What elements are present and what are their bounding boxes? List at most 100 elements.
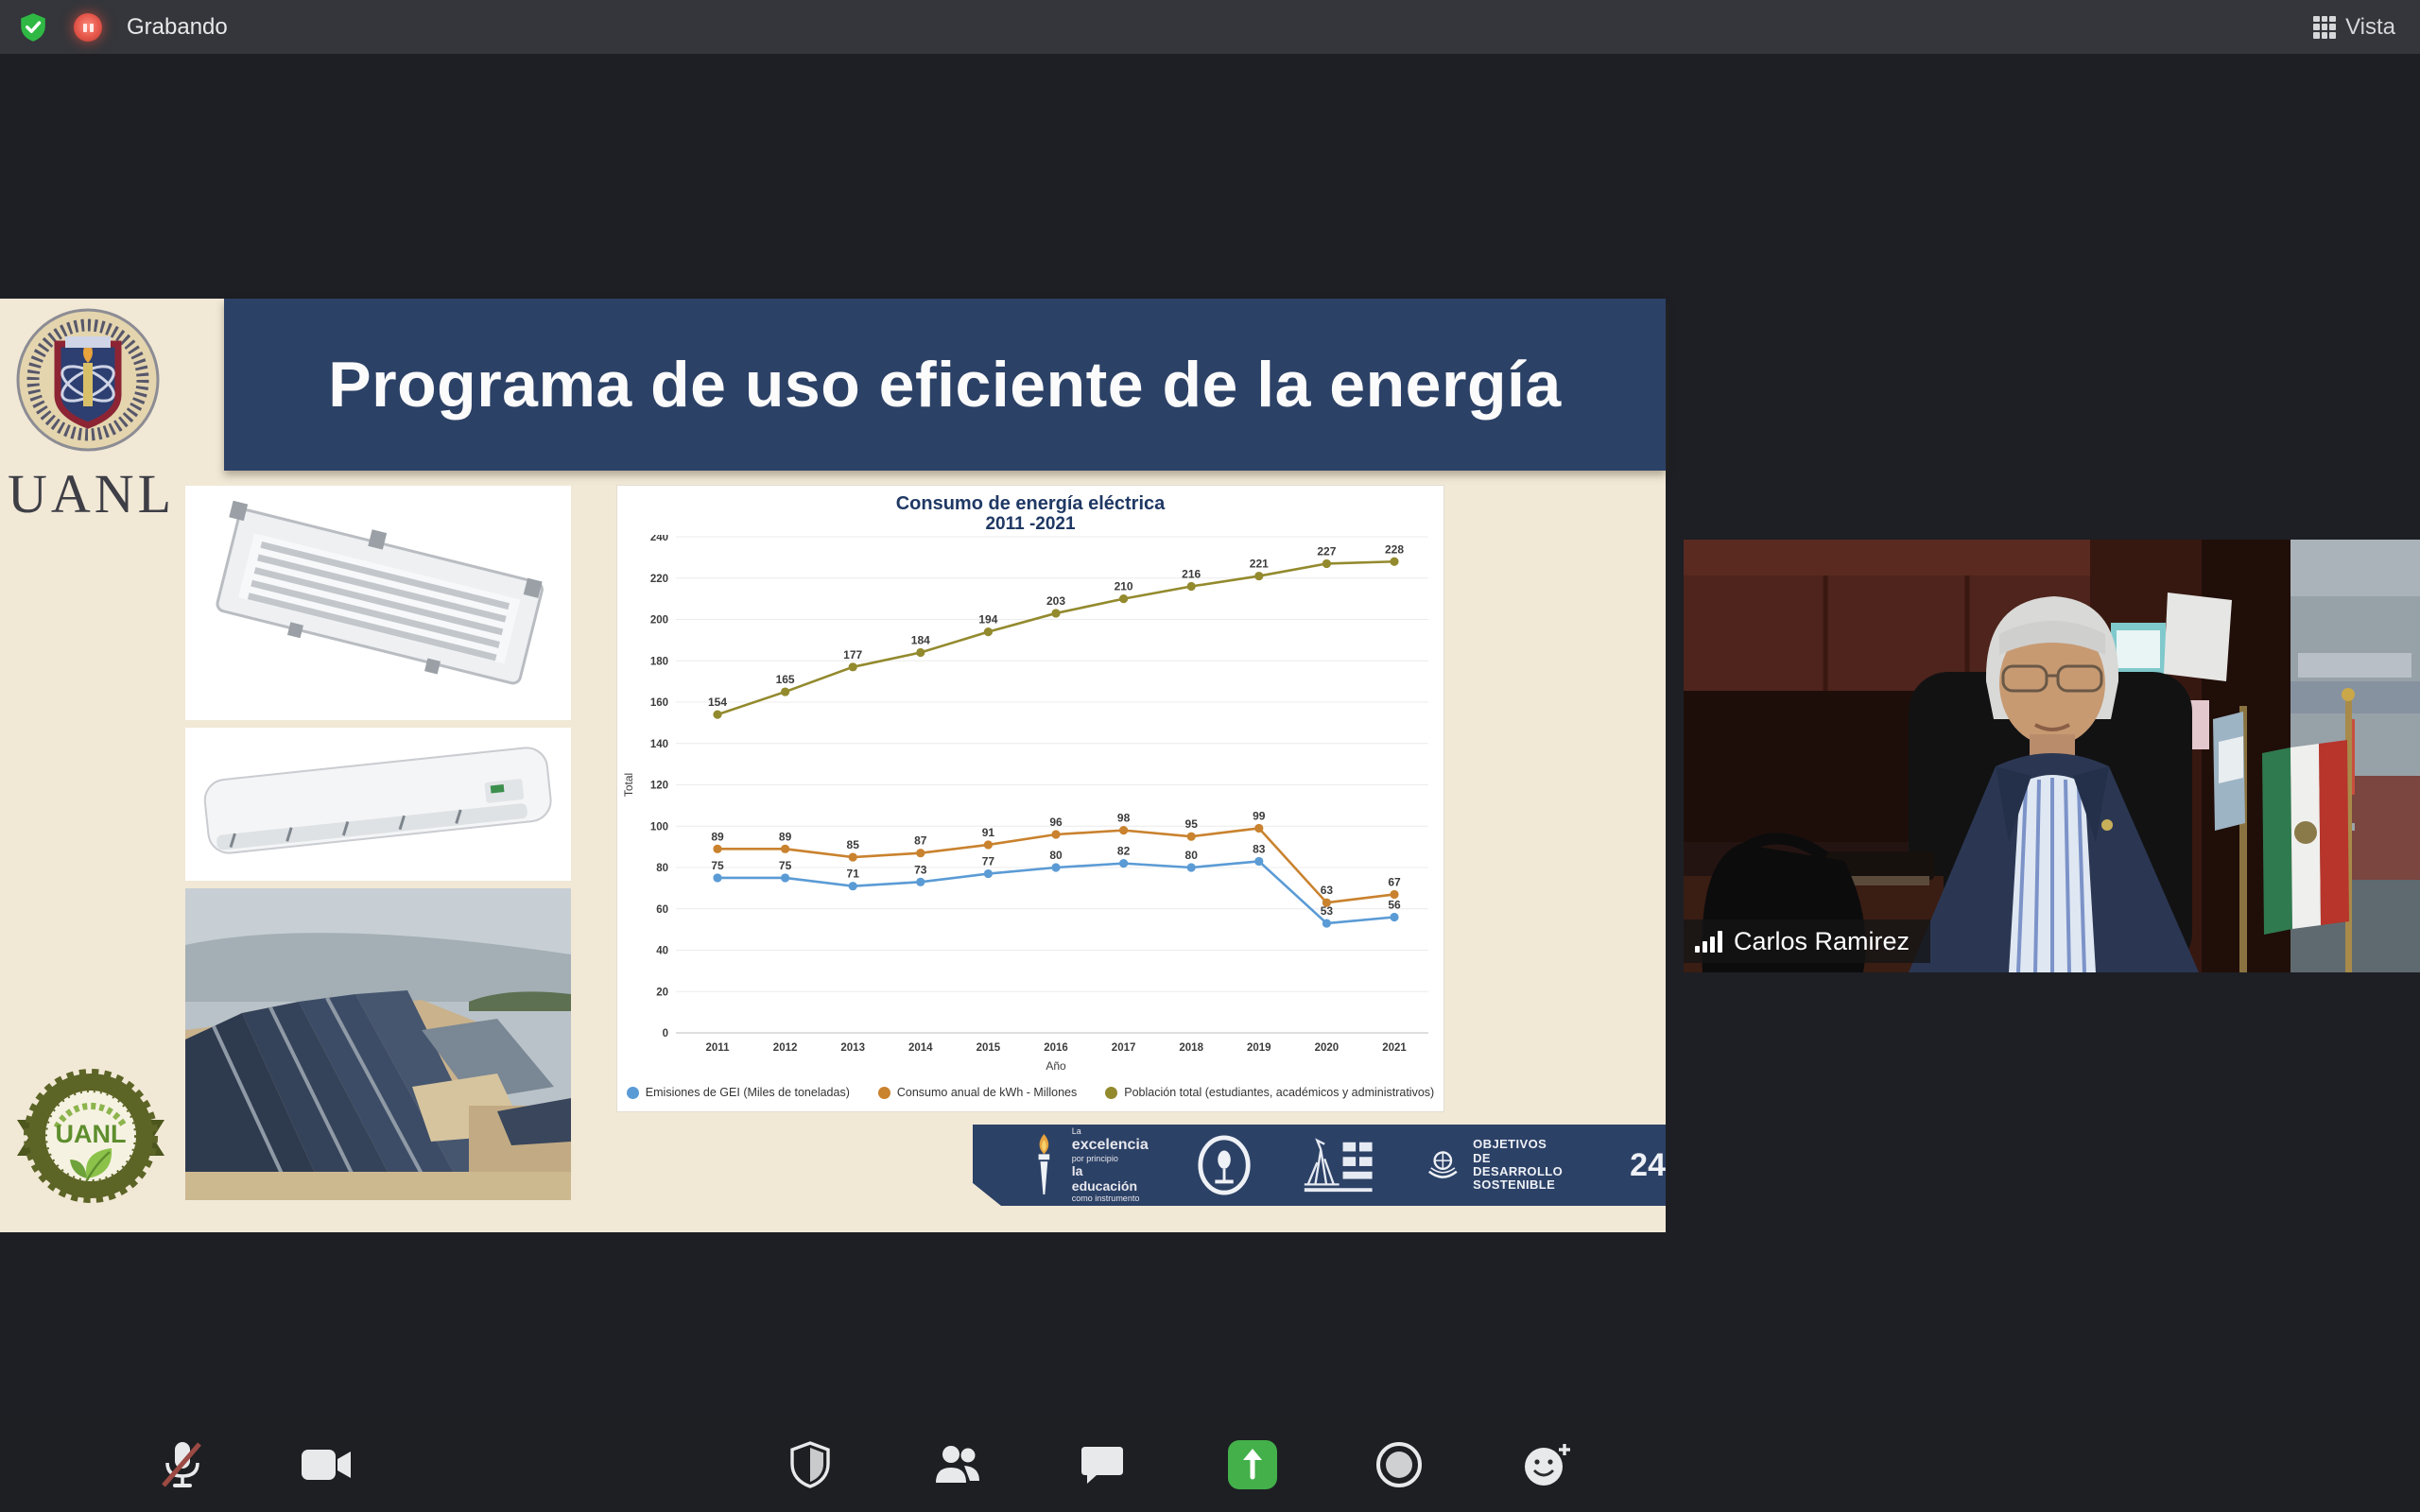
data-point xyxy=(849,852,857,861)
participant-name-tag: Carlos Ramirez xyxy=(1684,919,1930,963)
legend-item: Emisiones de GEI (Miles de toneladas) xyxy=(627,1086,850,1099)
legend-dot-icon xyxy=(1105,1087,1117,1099)
data-label: 216 xyxy=(1182,568,1201,581)
y-tick-label: 120 xyxy=(650,781,668,792)
data-label: 83 xyxy=(1253,842,1266,855)
y-tick-label: 160 xyxy=(650,697,668,709)
data-label: 96 xyxy=(1049,816,1063,829)
slide-title: Programa de uso eficiente de la energía xyxy=(328,348,1561,421)
y-tick-label: 20 xyxy=(656,987,668,998)
data-label: 203 xyxy=(1046,594,1065,608)
data-label: 67 xyxy=(1388,875,1401,888)
x-tick-label: 2014 xyxy=(908,1042,933,1054)
slide-page-number: 24 xyxy=(1630,1147,1666,1184)
badge-uanl-text: UANL xyxy=(56,1120,127,1148)
data-label: 89 xyxy=(711,830,724,843)
city-emblem-icon xyxy=(1299,1134,1377,1196)
data-point xyxy=(781,873,789,882)
data-label: 91 xyxy=(982,826,995,839)
participant-video-frame xyxy=(1684,540,2420,972)
shared-screen-slide: Programa de uso eficiente de la energía … xyxy=(0,299,1666,1232)
participant-video-tile[interactable]: Carlos Ramirez xyxy=(1684,540,2420,972)
data-point xyxy=(1187,833,1196,841)
x-tick-label: 2021 xyxy=(1382,1042,1407,1054)
legend-label: Consumo anual de kWh - Millones xyxy=(897,1086,1077,1099)
chart-legend: Emisiones de GEI (Miles de toneladas) Con… xyxy=(617,1086,1443,1099)
meeting-toolbar xyxy=(0,1417,2420,1512)
data-point xyxy=(849,882,857,890)
sdg-text: OBJETIVOS DE DESARROLLO SOSTENIBLE xyxy=(1473,1138,1581,1192)
led-lamp-image xyxy=(185,486,571,720)
microphone-muted-icon[interactable] xyxy=(158,1438,207,1491)
data-point xyxy=(916,849,925,857)
security-verified-icon[interactable] xyxy=(17,11,49,43)
data-point xyxy=(1254,857,1263,866)
chart-title: Consumo de energía eléctrica xyxy=(617,493,1443,514)
data-label: 227 xyxy=(1317,544,1336,558)
y-tick-label: 60 xyxy=(656,904,668,916)
x-tick-label: 2020 xyxy=(1315,1042,1340,1054)
data-point xyxy=(1390,913,1398,921)
recording-indicator-icon[interactable] xyxy=(74,13,102,42)
data-label: 75 xyxy=(711,859,724,872)
y-axis-label: Total xyxy=(622,773,635,797)
y-tick-label: 140 xyxy=(650,739,668,750)
data-label: 80 xyxy=(1049,849,1063,862)
y-tick-label: 220 xyxy=(650,574,668,585)
energy-chart-card: Consumo de energía eléctrica 2011 -2021 … xyxy=(617,486,1443,1111)
chat-icon[interactable] xyxy=(1080,1443,1125,1486)
data-label: 221 xyxy=(1250,558,1269,571)
line-chart: 020406080100120140160180200220240Total20… xyxy=(617,535,1443,1077)
data-label: 75 xyxy=(779,859,792,872)
security-shield-icon[interactable] xyxy=(789,1441,831,1488)
x-tick-label: 2015 xyxy=(977,1042,1001,1054)
y-tick-label: 40 xyxy=(656,946,668,957)
y-tick-label: 180 xyxy=(650,656,668,667)
x-tick-label: 2011 xyxy=(706,1042,731,1054)
meeting-top-bar: Grabando Vista xyxy=(0,0,2420,54)
data-label: 77 xyxy=(982,855,995,868)
video-camera-icon[interactable] xyxy=(300,1446,353,1484)
legend-item: Consumo anual de kWh - Millones xyxy=(878,1086,1077,1099)
data-label: 73 xyxy=(914,863,927,876)
data-point xyxy=(984,869,993,878)
y-tick-label: 240 xyxy=(650,535,668,543)
data-point xyxy=(713,845,721,853)
data-label: 71 xyxy=(847,868,860,881)
legend-label: Emisiones de GEI (Miles de toneladas) xyxy=(646,1086,850,1099)
data-label: 228 xyxy=(1385,542,1404,556)
recording-status-label: Grabando xyxy=(127,14,228,41)
data-label: 85 xyxy=(847,838,860,851)
un-sdg-icon xyxy=(1424,1145,1462,1185)
chart-subtitle: 2011 -2021 xyxy=(617,514,1443,535)
view-button[interactable]: Vista xyxy=(2313,14,2420,41)
legend-label: Población total (estudiantes, académicos… xyxy=(1124,1086,1434,1099)
participants-icon[interactable] xyxy=(932,1443,983,1486)
x-tick-label: 2013 xyxy=(840,1042,865,1054)
data-point xyxy=(781,845,789,853)
x-tick-label: 2012 xyxy=(773,1042,798,1054)
x-tick-label: 2016 xyxy=(1044,1042,1068,1054)
participant-name: Carlos Ramirez xyxy=(1734,927,1910,956)
reactions-icon[interactable] xyxy=(1521,1440,1574,1489)
data-label: 82 xyxy=(1117,845,1131,858)
slide-footer-bar: La excelencia por principio la educación… xyxy=(973,1125,1666,1206)
data-point xyxy=(849,662,857,671)
uanl-seal-icon xyxy=(12,304,164,455)
record-icon[interactable] xyxy=(1374,1440,1424,1489)
share-screen-icon[interactable] xyxy=(1227,1439,1278,1490)
data-point xyxy=(1390,558,1398,566)
slide-images-column xyxy=(185,486,571,1200)
view-button-label: Vista xyxy=(2345,14,2395,41)
data-point xyxy=(1390,890,1398,899)
data-label: 95 xyxy=(1185,817,1199,831)
uanl-logo-text: UANL xyxy=(8,462,168,525)
data-point xyxy=(1322,919,1331,927)
data-label: 99 xyxy=(1253,809,1266,822)
data-point xyxy=(1119,826,1128,834)
data-point xyxy=(1051,609,1060,617)
x-axis-label: Año xyxy=(1046,1059,1066,1073)
data-point xyxy=(916,648,925,657)
data-label: 56 xyxy=(1388,899,1401,912)
data-label: 87 xyxy=(914,834,927,848)
